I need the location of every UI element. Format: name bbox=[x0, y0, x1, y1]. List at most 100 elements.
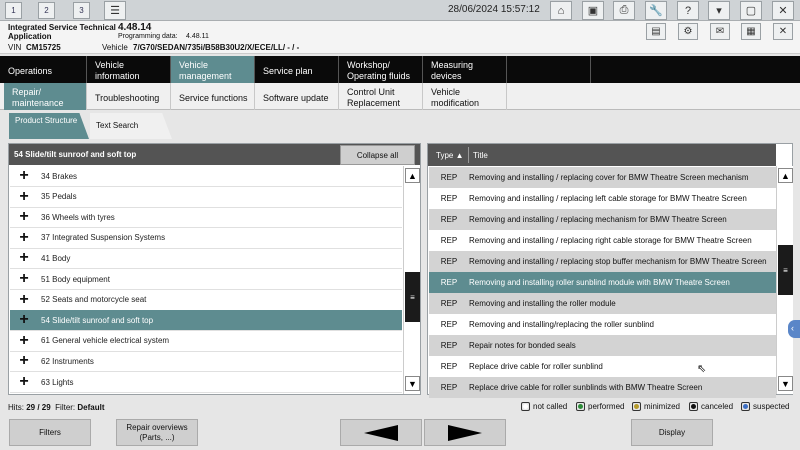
column-type-header[interactable]: Type ▲ bbox=[436, 151, 464, 160]
back-button[interactable] bbox=[340, 419, 422, 446]
tab-repair-maintenance[interactable]: Repair/ maintenance bbox=[4, 83, 87, 110]
tree-item[interactable]: +34 Brakes bbox=[10, 166, 402, 187]
session-tab-2[interactable]: 2 bbox=[38, 2, 55, 19]
tree-item[interactable]: +36 Wheels with tyres bbox=[10, 207, 402, 229]
document-icon[interactable]: ▤ bbox=[646, 23, 666, 40]
scroll-down-icon[interactable]: ▼ bbox=[778, 376, 793, 391]
help-icon[interactable]: ? bbox=[677, 1, 699, 20]
wrench-icon[interactable]: 🔧 bbox=[645, 1, 667, 20]
restore-icon[interactable]: ▢ bbox=[740, 1, 762, 20]
document-type: REP bbox=[440, 173, 458, 182]
grid-icon[interactable]: ▦ bbox=[741, 23, 761, 40]
hits-value: 29 / 29 bbox=[26, 403, 51, 412]
tab-service-functions[interactable]: Service functions bbox=[171, 83, 255, 110]
tree-scrollbar[interactable]: ▲ ≡ ▼ bbox=[403, 166, 420, 394]
forward-button[interactable] bbox=[424, 419, 506, 446]
document-row[interactable]: REP Removing and installing / replacing r… bbox=[429, 230, 776, 251]
document-type: REP bbox=[440, 341, 458, 350]
close-icon[interactable]: ✕ bbox=[772, 1, 794, 20]
mail-icon[interactable]: ✉ bbox=[710, 23, 730, 40]
scroll-up-icon[interactable]: ▲ bbox=[778, 168, 793, 183]
printer-icon[interactable]: ⎙ bbox=[613, 1, 635, 20]
expand-icon[interactable]: + bbox=[15, 374, 33, 390]
home-icon[interactable]: ⌂ bbox=[550, 1, 572, 20]
document-row[interactable]: REP Removing and installing / replacing c… bbox=[429, 167, 776, 188]
tab-text-search[interactable]: Text Search bbox=[90, 113, 172, 139]
tree-item[interactable]: +35 Pedals bbox=[10, 187, 402, 208]
collapse-all-button[interactable]: Collapse all bbox=[340, 145, 415, 165]
document-row[interactable]: REP Removing and installing roller sunbli… bbox=[429, 272, 776, 293]
filters-button[interactable]: Filters bbox=[9, 419, 91, 446]
column-title-header[interactable]: Title bbox=[473, 151, 488, 160]
close-session-icon[interactable]: ✕ bbox=[773, 23, 793, 40]
document-title: Removing and installing / replacing righ… bbox=[469, 236, 752, 245]
tab-vehicle-information[interactable]: Vehicle information bbox=[87, 56, 171, 83]
screens-icon[interactable]: ▣ bbox=[582, 1, 604, 20]
session-tab-1[interactable]: 1 bbox=[5, 2, 22, 19]
documents-header: Type ▲ Title bbox=[428, 144, 776, 166]
expand-icon[interactable]: + bbox=[15, 332, 33, 349]
document-row[interactable]: REP Removing and installing / replacing m… bbox=[429, 209, 776, 230]
legend-performed: performed bbox=[576, 402, 624, 411]
document-title: Removing and installing / replacing stop… bbox=[469, 257, 767, 266]
document-row[interactable]: REP Replace drive cable for roller sunbli… bbox=[429, 356, 776, 377]
tree-item[interactable]: +54 Slide/tilt sunroof and soft top bbox=[10, 310, 402, 332]
expand-icon[interactable]: + bbox=[15, 250, 33, 266]
filter-label: Filter: bbox=[55, 403, 76, 412]
document-row[interactable]: REP Removing and installing / replacing l… bbox=[429, 188, 776, 209]
expand-icon[interactable]: + bbox=[15, 291, 33, 308]
gear-icon[interactable]: ⚙ bbox=[678, 23, 698, 40]
tree-item[interactable]: +61 General vehicle electrical system bbox=[10, 331, 402, 352]
tab-vehicle-management[interactable]: Vehicle management bbox=[171, 56, 255, 83]
product-structure-panel: 54 Slide/tilt sunroof and soft top Colla… bbox=[8, 143, 421, 395]
session-tab-3[interactable]: 3 bbox=[73, 2, 90, 19]
expand-icon[interactable]: + bbox=[15, 188, 33, 205]
tab-workshop-operating-fluids[interactable]: Workshop/ Operating fluids bbox=[339, 56, 423, 83]
tree-item[interactable]: +41 Body bbox=[10, 248, 402, 270]
tab-software-update[interactable]: Software update bbox=[255, 83, 339, 110]
documents-scrollbar[interactable]: ▲ ≡ ▼ bbox=[776, 166, 793, 394]
tree-item[interactable]: +37 Integrated Suspension Systems bbox=[10, 228, 402, 249]
tree-item[interactable]: +52 Seats and motorcycle seat bbox=[10, 290, 402, 311]
tab-control-unit-replacement[interactable]: Control Unit Replacement bbox=[339, 83, 423, 110]
scroll-up-icon[interactable]: ▲ bbox=[405, 168, 420, 183]
tab-vehicle-modification[interactable]: Vehicle modification bbox=[423, 83, 507, 110]
programming-version: 4.48.11 bbox=[186, 33, 209, 40]
expand-icon[interactable]: + bbox=[15, 271, 33, 287]
display-button[interactable]: Display bbox=[631, 419, 713, 446]
expand-icon[interactable]: + bbox=[15, 229, 33, 246]
minimize-icon[interactable]: ▾ bbox=[708, 1, 730, 20]
document-row[interactable]: REP Repair notes for bonded seals bbox=[429, 335, 776, 356]
scroll-down-icon[interactable]: ▼ bbox=[405, 376, 420, 391]
tab-operations[interactable]: Operations bbox=[0, 56, 87, 83]
expand-icon[interactable]: + bbox=[15, 209, 33, 225]
document-title: Removing and installing / replacing mech… bbox=[469, 215, 727, 224]
mouse-cursor-icon: ⇖ bbox=[697, 363, 707, 375]
side-panel-handle[interactable]: ‹ bbox=[788, 320, 800, 338]
document-title: Removing and installing the roller modul… bbox=[469, 299, 616, 308]
expand-icon[interactable]: + bbox=[15, 353, 33, 369]
arrow-left-icon bbox=[364, 424, 398, 441]
expand-icon[interactable]: + bbox=[15, 312, 33, 328]
tree-item[interactable]: +51 Body equipment bbox=[10, 269, 402, 290]
expand-icon[interactable]: + bbox=[15, 168, 33, 184]
tab-service-plan[interactable]: Service plan bbox=[255, 56, 339, 83]
scroll-thumb[interactable]: ≡ bbox=[405, 272, 420, 322]
repair-overviews-button[interactable]: Repair overviews (Parts, ...) bbox=[116, 419, 198, 446]
document-row[interactable]: REP Removing and installing/replacing the… bbox=[429, 314, 776, 335]
tree-item-label: 34 Brakes bbox=[41, 171, 78, 181]
tree-item[interactable]: +62 Instruments bbox=[10, 351, 402, 373]
list-icon[interactable]: ☰ bbox=[104, 1, 126, 20]
tab-measuring-devices[interactable]: Measuring devices bbox=[423, 56, 507, 83]
document-row[interactable]: REP Removing and installing the roller mo… bbox=[429, 293, 776, 314]
document-type: REP bbox=[440, 320, 458, 329]
document-row[interactable]: REP Removing and installing / replacing s… bbox=[429, 251, 776, 272]
tab-product-structure[interactable]: Product Structure bbox=[9, 113, 89, 139]
sort-ascending-icon: ▲ bbox=[455, 151, 464, 160]
top-toolbar: 1 2 3 ☰ 28/06/2024 15:57:12 ⌂ ▣ ⎙ 🔧 ? ▾ … bbox=[0, 0, 800, 21]
legend-minimized: minimized bbox=[632, 402, 680, 411]
scroll-thumb[interactable]: ≡ bbox=[778, 245, 793, 295]
tab-troubleshooting[interactable]: Troubleshooting bbox=[87, 83, 171, 110]
document-row[interactable]: REP Replace drive cable for roller sunbli… bbox=[429, 377, 776, 398]
tree-item[interactable]: +63 Lights bbox=[10, 372, 402, 393]
